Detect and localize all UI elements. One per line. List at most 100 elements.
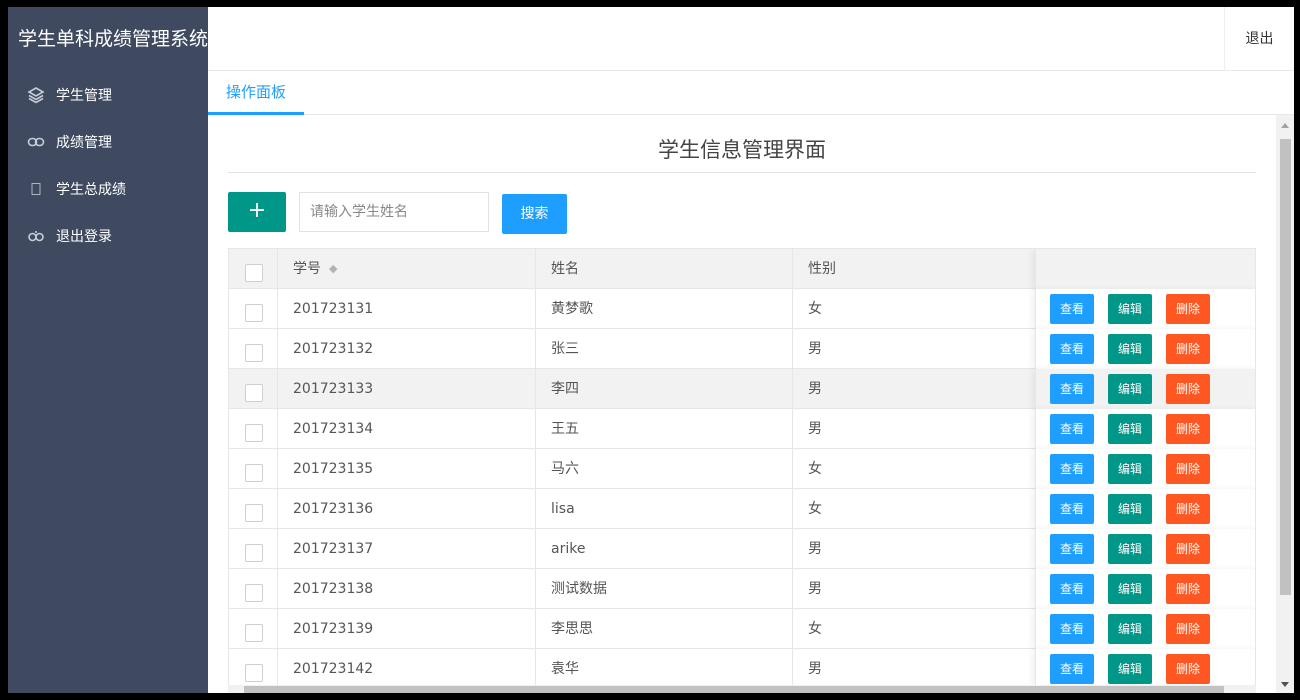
add-student-button[interactable]: + (228, 192, 286, 232)
column-header-name: 姓名 (536, 249, 793, 289)
delete-button[interactable]: 删除 (1166, 334, 1210, 364)
view-button[interactable]: 查看 (1050, 534, 1094, 564)
tab-dashboard[interactable]: 操作面板 (208, 71, 304, 115)
cell-student-id: 201723133 (278, 369, 536, 409)
sidebar: 学生单科成绩管理系统 学生管理 成绩管理 学生总成绩 退出登录 (8, 7, 208, 693)
row-checkbox[interactable] (245, 624, 263, 642)
edit-button[interactable]: 编辑 (1108, 654, 1152, 684)
sort-icon[interactable]: ◆ (329, 249, 337, 289)
row-checkbox[interactable] (245, 504, 263, 522)
view-button[interactable]: 查看 (1050, 654, 1094, 684)
delete-button[interactable]: 删除 (1166, 294, 1210, 324)
delete-button[interactable]: 删除 (1166, 574, 1210, 604)
table-row: 201723139 李思思女 查看 编辑 删除 (229, 609, 1255, 649)
table-row: 201723136 lisa 女 查看 编辑 删除 (229, 489, 1255, 529)
cell-student-sex: 男 (808, 381, 822, 397)
row-checkbox[interactable] (245, 544, 263, 562)
cell-student-sex: 女 (808, 501, 822, 517)
column-header-sex: 性别 (808, 261, 836, 277)
row-checkbox[interactable] (245, 384, 263, 402)
cell-actions: 查看 编辑 删除 (1035, 569, 1255, 609)
vertical-scrollbar[interactable] (1276, 115, 1294, 693)
cell-student-sex: 男 (808, 661, 822, 677)
search-button[interactable]: 搜索 (502, 194, 567, 234)
delete-button[interactable]: 删除 (1166, 654, 1210, 684)
view-button[interactable]: 查看 (1050, 614, 1094, 644)
table-row: 201723131 黄梦歌女 查看 编辑 删除 (229, 289, 1255, 329)
sidebar-item-logout[interactable]: 退出登录 (8, 212, 208, 259)
view-button[interactable]: 查看 (1050, 574, 1094, 604)
edit-button[interactable]: 编辑 (1108, 294, 1152, 324)
app-title: 学生单科成绩管理系统 (18, 28, 209, 50)
delete-button[interactable]: 删除 (1166, 614, 1210, 644)
row-checkbox[interactable] (245, 304, 263, 322)
delete-button[interactable]: 删除 (1166, 454, 1210, 484)
cell-student-name: 黄梦歌 (536, 289, 793, 329)
edit-button[interactable]: 编辑 (1108, 414, 1152, 444)
cell-student-name: 王五 (536, 409, 793, 449)
cell-actions: 查看 编辑 删除 (1035, 529, 1255, 569)
edit-button[interactable]: 编辑 (1108, 534, 1152, 564)
view-button[interactable]: 查看 (1050, 454, 1094, 484)
sidebar-item-score-management[interactable]: 成绩管理 (8, 118, 208, 165)
horizontal-scrollbar[interactable] (228, 685, 1256, 693)
view-button[interactable]: 查看 (1050, 414, 1094, 444)
view-button[interactable]: 查看 (1050, 494, 1094, 524)
cell-student-id: 201723134 (278, 409, 536, 449)
row-checkbox[interactable] (245, 584, 263, 602)
sidebar-item-student-management[interactable]: 学生管理 (8, 71, 208, 118)
delete-button[interactable]: 删除 (1166, 374, 1210, 404)
delete-button[interactable]: 删除 (1166, 534, 1210, 564)
edit-button[interactable]: 编辑 (1108, 574, 1152, 604)
cell-actions: 查看 编辑 删除 (1035, 449, 1255, 489)
table-row: 201723137 arike 男 查看 编辑 删除 (229, 529, 1255, 569)
delete-button[interactable]: 删除 (1166, 414, 1210, 444)
cell-student-id: 201723131 (278, 289, 536, 329)
row-checkbox[interactable] (245, 424, 263, 442)
sidebar-item-label: 学生管理 (56, 87, 112, 104)
cell-student-id: 201723132 (278, 329, 536, 369)
column-header-actions (1035, 249, 1255, 289)
sidebar-item-total-scores[interactable]: 学生总成绩 (8, 165, 208, 212)
row-checkbox[interactable] (245, 344, 263, 362)
scroll-down-icon[interactable] (1281, 682, 1289, 687)
table-header-row: 学号 ◆ 姓名 性别 (229, 249, 1255, 289)
edit-button[interactable]: 编辑 (1108, 494, 1152, 524)
select-all-checkbox[interactable] (245, 264, 263, 282)
layers-icon (26, 85, 46, 105)
column-header-id: 学号 ◆ (278, 249, 536, 289)
cell-student-name: 李四 (536, 369, 793, 409)
cell-student-sex: 男 (808, 341, 822, 357)
top-header: 退出 (208, 7, 1294, 71)
cell-student-sex: 男 (808, 541, 822, 557)
scrollbar-thumb[interactable] (1280, 139, 1291, 595)
table-row: 201723138 测试数据男 查看 编辑 删除 (229, 569, 1255, 609)
cell-student-name: 李思思 (536, 609, 793, 649)
delete-button[interactable]: 删除 (1166, 494, 1210, 524)
cell-student-id: 201723142 (278, 649, 536, 689)
scroll-up-icon[interactable] (1281, 123, 1289, 128)
row-checkbox[interactable] (245, 664, 263, 682)
view-button[interactable]: 查看 (1050, 294, 1094, 324)
cell-actions: 查看 编辑 删除 (1035, 609, 1255, 649)
sidebar-item-label: 学生总成绩 (56, 181, 126, 198)
view-button[interactable]: 查看 (1050, 334, 1094, 364)
edit-button[interactable]: 编辑 (1108, 334, 1152, 364)
table-row: 201723133 李四男 查看 编辑 删除 (229, 369, 1255, 409)
edit-button[interactable]: 编辑 (1108, 374, 1152, 404)
edit-button[interactable]: 编辑 (1108, 454, 1152, 484)
cell-student-name: 张三 (536, 329, 793, 369)
logout-button[interactable]: 退出 (1224, 7, 1294, 71)
view-button[interactable]: 查看 (1050, 374, 1094, 404)
edit-button[interactable]: 编辑 (1108, 614, 1152, 644)
cell-student-sex: 男 (808, 581, 822, 597)
cell-actions: 查看 编辑 删除 (1035, 369, 1255, 409)
cell-actions: 查看 编辑 删除 (1035, 409, 1255, 449)
cell-actions: 查看 编辑 删除 (1035, 289, 1255, 329)
cell-student-id: 201723136 (278, 489, 536, 529)
search-input[interactable] (299, 192, 489, 232)
cell-student-sex: 男 (808, 421, 822, 437)
cell-student-name: lisa (536, 489, 793, 529)
row-checkbox[interactable] (245, 464, 263, 482)
cell-student-sex: 女 (808, 461, 822, 477)
